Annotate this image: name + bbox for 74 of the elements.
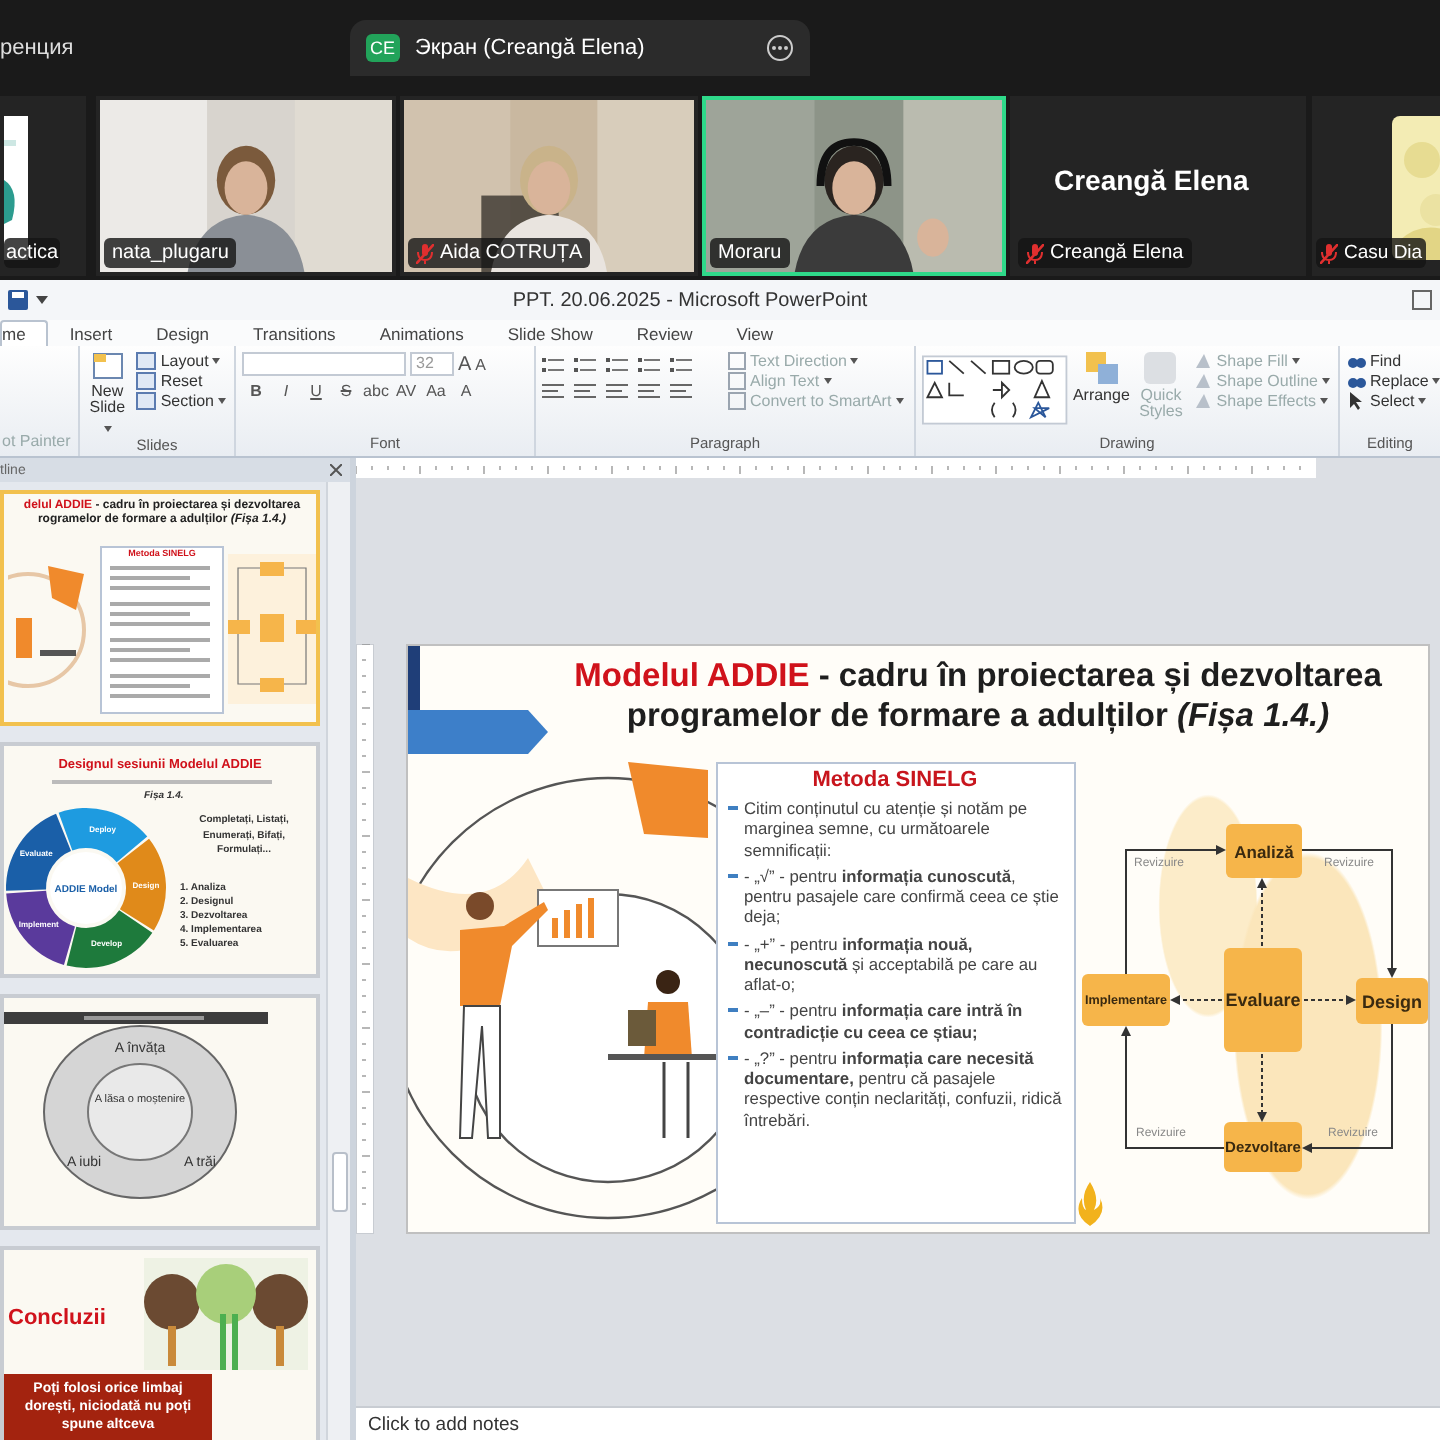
participant-name: Creangă Elena — [1050, 242, 1184, 264]
close-icon — [330, 464, 342, 476]
font-format-button[interactable]: Aa — [422, 382, 450, 400]
font-format-button[interactable]: U — [302, 382, 330, 400]
font-format-button[interactable]: AV — [392, 382, 420, 400]
font-format-button[interactable]: B — [242, 382, 270, 400]
bullet-text: Citim conținutul cu atenție și notăm pe marginea semne, cu următoarele semnificații: — [744, 798, 1030, 860]
shrink-font-button[interactable]: A — [475, 355, 487, 373]
ribbon-tab[interactable]: Design — [134, 320, 232, 346]
font-format-button[interactable]: abc — [362, 382, 390, 400]
slide-option-button[interactable]: Section — [134, 392, 228, 410]
meeting-tab[interactable]: CE Экран (Creangă Elena) — [350, 20, 810, 76]
slide-option-button[interactable]: Reset — [134, 372, 228, 390]
bullet-icon — [728, 873, 738, 878]
flow-node: Analiză — [1226, 824, 1302, 878]
bullet-text: - „–” - pentru informația care intră în contradicție cu ceea ce știau; — [744, 1000, 1025, 1042]
ribbon-tab[interactable]: View — [714, 320, 796, 346]
arrange-icon — [1085, 352, 1118, 384]
flame-icon — [1076, 1182, 1104, 1226]
slide-title: Concluzii — [8, 1306, 106, 1330]
flow-node: Design — [1356, 978, 1428, 1024]
editing-button[interactable]: Replace — [1346, 372, 1440, 390]
bullet-icon — [728, 1055, 738, 1060]
bullets-icon — [542, 356, 564, 374]
card-title: Metoda SINELG — [810, 768, 980, 792]
arrange-button[interactable]: Arrange — [1073, 352, 1130, 434]
font-name-field[interactable] — [242, 352, 406, 376]
flow-node: Evaluare — [1224, 948, 1302, 1052]
ribbon-tab[interactable]: Review — [614, 320, 715, 346]
mic-off-icon — [416, 243, 434, 263]
slide-thumbnail[interactable] — [0, 742, 320, 978]
dropdown-icon — [36, 294, 48, 306]
align-left-icon — [542, 384, 564, 402]
meeting-tab[interactable]: ренция — [0, 20, 350, 76]
save-icon — [8, 290, 28, 310]
font-format-button[interactable]: I — [272, 382, 300, 400]
mic-off-icon — [1026, 243, 1044, 263]
more-icon — [766, 34, 794, 62]
cursor-icon — [1348, 392, 1366, 410]
slide-icon — [91, 352, 124, 380]
font-format-button[interactable]: A — [452, 382, 480, 400]
participant-name: Moraru — [718, 242, 782, 264]
participant-name: actica — [6, 242, 59, 264]
tab-label: ренция — [0, 36, 76, 60]
bullet-text: - „+” - pentru informația nouă, necunoscută și acceptabilă pe care au aflat-o; — [744, 933, 1040, 995]
ribbon-tab[interactable]: Transitions — [231, 320, 358, 346]
grow-font-button[interactable]: A — [458, 353, 472, 375]
bullet-text: - „√” - pentru informația cunoscută, pentru pasajele care confirmă ceea ce știe deja; — [744, 865, 1061, 927]
quick-styles-icon — [1144, 352, 1177, 384]
participant-name: Aida COTRUȚA — [440, 242, 583, 264]
participant-name: Creangă Elena — [1054, 164, 1249, 196]
slide-option-button[interactable]: Layout — [134, 352, 228, 370]
bullet-icon — [728, 1008, 738, 1013]
font-format-button[interactable]: S — [332, 382, 360, 400]
ribbon-tab[interactable]: Insert — [47, 320, 135, 346]
avatar-badge: CE — [366, 34, 400, 62]
ribbon-tab[interactable]: Slide Show — [485, 320, 615, 346]
window-title: PPT. 20.06.2025 - Microsoft PowerPoint — [510, 289, 870, 311]
bullet-text: - „?” - pentru informația care necesită documentare, pentru că pasajele respective conțin neclarități, confuzii, ridică întrebări. — [744, 1047, 1062, 1130]
ribbon-tab[interactable]: me — [0, 320, 48, 346]
editing-button[interactable]: Find — [1346, 352, 1440, 370]
title-accent-drawing — [408, 646, 552, 754]
maximize-icon — [1412, 290, 1432, 310]
slide-title: Modelul ADDIE - cadru în proiectarea și dezvoltarea programelor de formare a adulților (Fișa 1.4.) — [572, 658, 1384, 738]
notes-field[interactable]: Click to add notes — [356, 1406, 1440, 1440]
mic-off-icon — [1320, 243, 1338, 263]
ribbon-tab[interactable]: Animations — [357, 320, 486, 346]
binoculars-icon — [1348, 352, 1366, 370]
editing-button[interactable]: Select — [1346, 392, 1440, 410]
participant-name: Casu Dia — [1344, 242, 1423, 264]
new-slide-button[interactable]: New Slide — [86, 352, 129, 436]
participant-name: nata_plugaru — [112, 242, 229, 264]
scrollbar[interactable] — [326, 482, 350, 1440]
tab-label: Экран (Creangă Elena) — [415, 36, 647, 60]
